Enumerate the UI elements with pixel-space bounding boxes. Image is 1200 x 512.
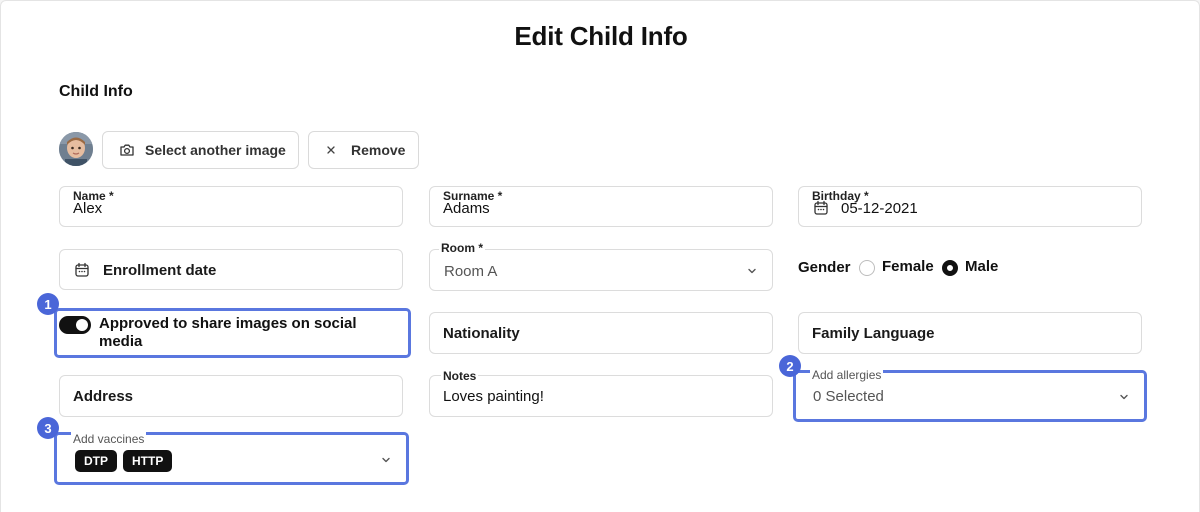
gender-male-radio[interactable] xyxy=(942,260,958,276)
allergies-value: 0 Selected xyxy=(813,388,884,405)
annotation-badge-1: 1 xyxy=(37,293,59,315)
camera-icon xyxy=(120,144,134,156)
gender-female-label: Female xyxy=(882,258,934,275)
child-avatar xyxy=(59,132,93,166)
remove-image-button[interactable]: Remove xyxy=(308,131,419,169)
name-value: Alex xyxy=(73,200,103,217)
chevron-down-icon xyxy=(748,268,756,274)
family-language-placeholder: Family Language xyxy=(812,325,935,342)
calendar-icon xyxy=(814,200,828,215)
social-media-label: Approved to share images on social media xyxy=(99,315,357,350)
section-title: Child Info xyxy=(59,83,133,100)
remove-image-label: Remove xyxy=(351,142,406,158)
gender-female-radio[interactable] xyxy=(859,260,875,276)
name-field[interactable]: Name * Alex xyxy=(59,186,403,227)
select-another-image-label: Select another image xyxy=(145,142,286,158)
address-field[interactable]: Address xyxy=(59,375,403,417)
enrollment-date-field[interactable]: Enrollment date xyxy=(59,249,403,290)
child-photo-image xyxy=(59,132,93,166)
address-placeholder: Address xyxy=(73,388,134,405)
room-select[interactable]: Room * Room A xyxy=(429,241,773,291)
room-label: Room * xyxy=(439,241,485,255)
room-value: Room A xyxy=(444,263,498,280)
gender-label: Gender xyxy=(798,259,851,276)
social-media-toggle[interactable] xyxy=(59,316,91,334)
nationality-placeholder: Nationality xyxy=(443,325,520,342)
annotation-badge-3: 3 xyxy=(37,417,59,439)
surname-value: Adams xyxy=(443,200,490,217)
allergies-select[interactable]: Add allergies 0 Selected xyxy=(793,368,1147,422)
select-another-image-button[interactable]: Select another image xyxy=(102,131,299,169)
family-language-field[interactable]: Family Language xyxy=(798,312,1142,354)
gender-male-label: Male xyxy=(965,258,999,275)
page-title: Edit Child Info xyxy=(514,21,688,51)
allergies-label: Add allergies xyxy=(810,368,884,382)
notes-value: Loves painting! xyxy=(443,388,544,405)
notes-label: Notes xyxy=(441,369,479,383)
vaccines-chip-list: DTP HTTP xyxy=(75,450,173,472)
birthday-value: 05-12-2021 xyxy=(841,200,918,217)
annotation-badge-2: 2 xyxy=(779,355,801,377)
vaccine-chip[interactable]: DTP xyxy=(75,450,117,472)
surname-field[interactable]: Surname * Adams xyxy=(429,186,773,227)
vaccine-chip[interactable]: HTTP xyxy=(123,450,173,472)
edit-child-panel: Edit Child Info Child Info Select anothe… xyxy=(0,0,1200,512)
enrollment-date-placeholder: Enrollment date xyxy=(103,262,217,279)
birthday-field[interactable]: Birthday * 05-12-2021 xyxy=(798,186,1142,227)
chevron-down-icon xyxy=(1120,394,1128,400)
chevron-down-icon xyxy=(382,457,390,463)
calendar-icon xyxy=(75,262,89,277)
close-icon xyxy=(327,146,335,154)
vaccines-label: Add vaccines xyxy=(71,432,147,446)
nationality-field[interactable]: Nationality xyxy=(429,312,773,354)
vaccines-select[interactable]: Add vaccines DTP HTTP xyxy=(54,432,409,485)
notes-field[interactable]: Notes Loves painting! xyxy=(429,369,773,417)
toggle-knob xyxy=(76,319,88,331)
